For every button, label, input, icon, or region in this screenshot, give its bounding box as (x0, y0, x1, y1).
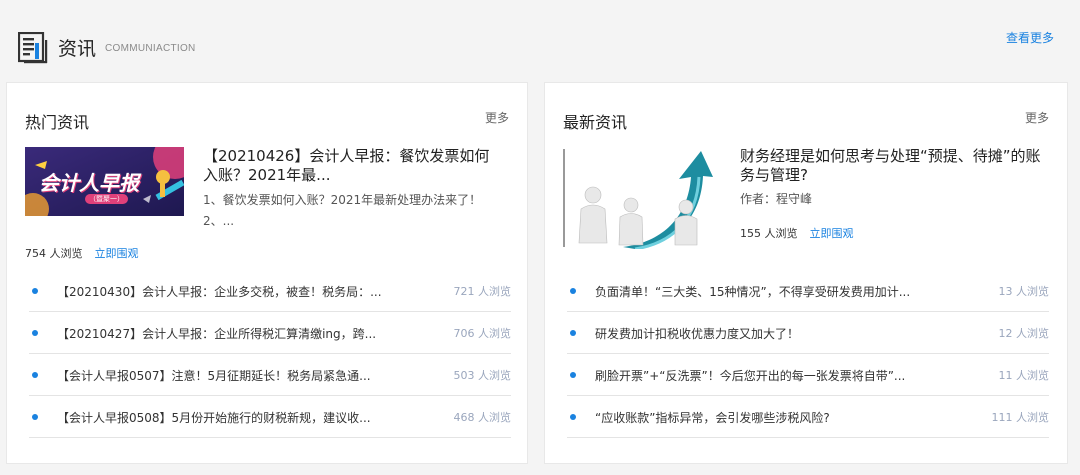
section-header: 资讯 COMMUNIACTION 查看更多 (0, 0, 1080, 78)
list-item-views: 12 人浏览 (998, 327, 1050, 340)
list-item[interactable]: 刷脸开票”+“反洗票”！今后您开出的每一张发票将自带”... 11 人浏览 (567, 354, 1049, 396)
list-item-title[interactable]: 【会计人早报0507】注意！5月征期延长！税务局紧急通... (57, 367, 371, 384)
view-more-link[interactable]: 查看更多 (1006, 29, 1054, 46)
bullet-dot (32, 330, 38, 336)
latest-news-more-link[interactable]: 更多 (1025, 109, 1049, 126)
hot-watch-link[interactable]: 立即围观 (95, 247, 139, 260)
latest-feature-author: 作者：程守峰 (740, 192, 813, 206)
bullet-dot (32, 414, 38, 420)
hot-feature-title[interactable]: 【20210426】会计人早报：餐饮发票如何入账？2021年最... (203, 147, 503, 185)
list-item-title[interactable]: 【会计人早报0508】5月份开始施行的财税新规，建议收... (57, 409, 371, 426)
hot-feature-meta: 754 人浏览 立即围观 (25, 245, 139, 261)
bullet-dot (570, 414, 576, 420)
growth-arrow-graphic (563, 149, 713, 249)
list-item-views: 11 人浏览 (998, 369, 1050, 382)
bullet-dot (570, 330, 576, 336)
hot-feature-desc: 1、餐饮发票如何入账？2021年最新处理办法来了！2、... (203, 193, 482, 228)
hot-news-more-link[interactable]: 更多 (485, 109, 509, 126)
section-title: 资讯 (58, 38, 97, 60)
list-item[interactable]: 【20210427】会计人早报：企业所得税汇算清缴ing，跨... 706 人浏… (29, 312, 511, 354)
hot-news-card: 热门资讯 更多 会计人早报 （暨聚一） 【20210426】会计人早报：餐饮发票… (6, 82, 528, 464)
latest-feature-views: 155 人浏览 (740, 227, 798, 240)
list-item-views: 503 人浏览 (453, 369, 512, 382)
latest-news-card: 最新资讯 更多 财务经理是如何思考与处理“预提、待摊”的账务与管理? 作者：程守… (544, 82, 1068, 464)
bullet-dot (32, 288, 38, 294)
section-subtitle: COMMUNIACTION (105, 43, 196, 54)
news-doc-icon (18, 32, 48, 64)
bullet-dot (570, 372, 576, 378)
list-item-views: 13 人浏览 (998, 285, 1050, 298)
list-item[interactable]: 研发费加计扣税收优惠力度又加大了！ 12 人浏览 (567, 312, 1049, 354)
banner-text: 会计人早报 (39, 171, 139, 195)
list-item[interactable]: “应收账款”指标异常，会引发哪些涉税风险? 111 人浏览 (567, 396, 1049, 438)
latest-feature-title[interactable]: 财务经理是如何思考与处理“预提、待摊”的账务与管理? (740, 147, 1045, 185)
latest-news-title: 最新资讯 (563, 113, 628, 132)
hot-news-list: 【20210430】会计人早报：企业多交税，被查！税务局：... 721 人浏览… (29, 270, 511, 438)
latest-feature-image[interactable] (563, 147, 721, 249)
bullet-dot (570, 288, 576, 294)
list-item-title[interactable]: 【20210430】会计人早报：企业多交税，被查！税务局：... (57, 283, 382, 300)
latest-watch-link[interactable]: 立即围观 (810, 227, 854, 240)
list-item-title[interactable]: 研发费加计扣税收优惠力度又加大了！ (595, 325, 799, 342)
banner-subtext: （暨聚一） (85, 194, 128, 204)
list-item-title[interactable]: 刷脸开票”+“反洗票”！今后您开出的每一张发票将自带”... (595, 367, 905, 384)
list-item[interactable]: 负面清单！“三大类、15种情况”，不得享受研发费用加计... 13 人浏览 (567, 270, 1049, 312)
list-item[interactable]: 【20210430】会计人早报：企业多交税，被查！税务局：... 721 人浏览 (29, 270, 511, 312)
hot-news-title: 热门资讯 (25, 113, 90, 132)
hot-feature-views: 754 人浏览 (25, 247, 83, 260)
list-item-title[interactable]: “应收账款”指标异常，会引发哪些涉税风险? (595, 409, 830, 426)
list-item-title[interactable]: 负面清单！“三大类、15种情况”，不得享受研发费用加计... (595, 283, 910, 300)
list-item[interactable]: 【会计人早报0508】5月份开始施行的财税新规，建议收... 468 人浏览 (29, 396, 511, 438)
list-item-views: 111 人浏览 (991, 411, 1050, 424)
list-item-views: 468 人浏览 (453, 411, 512, 424)
list-item[interactable]: 【会计人早报0507】注意！5月征期延长！税务局紧急通... 503 人浏览 (29, 354, 511, 396)
hot-feature-image[interactable]: 会计人早报 （暨聚一） (25, 147, 184, 216)
list-item-views: 721 人浏览 (453, 285, 512, 298)
latest-feature-meta: 155 人浏览 立即围观 (740, 225, 854, 241)
bullet-dot (32, 372, 38, 378)
list-item-title[interactable]: 【20210427】会计人早报：企业所得税汇算清缴ing，跨... (57, 325, 376, 342)
latest-news-list: 负面清单！“三大类、15种情况”，不得享受研发费用加计... 13 人浏览 研发… (567, 270, 1049, 438)
list-item-views: 706 人浏览 (453, 327, 512, 340)
